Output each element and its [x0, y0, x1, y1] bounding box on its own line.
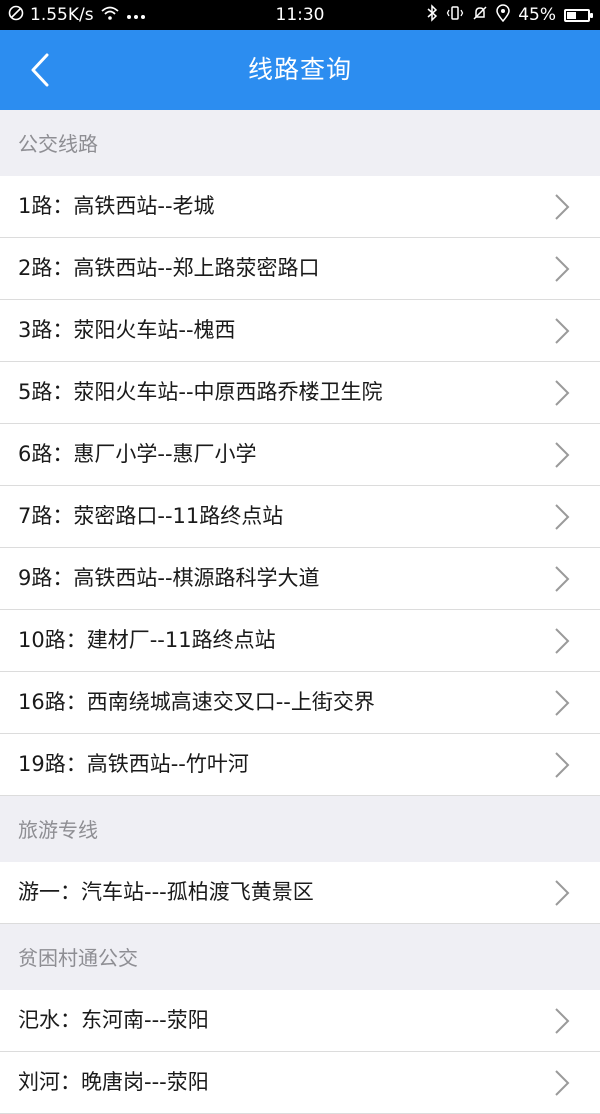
- vibrate-icon: [446, 5, 464, 26]
- chevron-right-icon: [555, 566, 570, 592]
- chevron-right-icon: [555, 442, 570, 468]
- section-header: 贫困村通公交: [0, 924, 600, 990]
- chevron-right-icon: [555, 504, 570, 530]
- route-list: 公交线路 1路：高铁西站--老城 2路：高铁西站--郑上路荥密路口 3路：荥阳火车站-…: [0, 110, 600, 1114]
- route-label: 刘河：晚唐岗---荥阳: [18, 1070, 209, 1094]
- chevron-right-icon: [555, 880, 570, 906]
- section-header: 公交线路: [0, 110, 600, 176]
- chevron-right-icon: [555, 690, 570, 716]
- nav-bar: 线路查询: [0, 30, 600, 110]
- route-label: 9路：高铁西站--棋源路科学大道: [18, 566, 320, 590]
- chevron-right-icon: [555, 194, 570, 220]
- battery-percent: 45%: [518, 5, 556, 25]
- route-row[interactable]: 16路：西南绕城高速交叉口--上街交界: [0, 672, 600, 734]
- route-row[interactable]: 5路：荥阳火车站--中原西路乔楼卫生院: [0, 362, 600, 424]
- route-label: 19路：高铁西站--竹叶河: [18, 752, 249, 776]
- route-row[interactable]: 9路：高铁西站--棋源路科学大道: [0, 548, 600, 610]
- route-row[interactable]: 3路：荥阳火车站--槐西: [0, 300, 600, 362]
- route-label: 16路：西南绕城高速交叉口--上街交界: [18, 690, 375, 714]
- route-row[interactable]: 10路：建材厂--11路终点站: [0, 610, 600, 672]
- route-row[interactable]: 刘河：晚唐岗---荥阳: [0, 1052, 600, 1114]
- bluetooth-icon: [426, 3, 438, 27]
- route-row[interactable]: 游一：汽车站---孤柏渡飞黄景区: [0, 862, 600, 924]
- route-row[interactable]: 7路：荥密路口--11路终点站: [0, 486, 600, 548]
- status-right: 45%: [426, 0, 593, 30]
- route-label: 6路：惠厂小学--惠厂小学: [18, 442, 257, 466]
- status-bar: 1.55K/s 11:30 45%: [0, 0, 600, 30]
- route-row[interactable]: 1路：高铁西站--老城: [0, 176, 600, 238]
- battery-icon: [564, 8, 593, 22]
- route-label: 2路：高铁西站--郑上路荥密路口: [18, 256, 320, 280]
- location-icon: [496, 3, 510, 27]
- route-label: 汜水：东河南---荥阳: [18, 1008, 209, 1032]
- page-title: 线路查询: [247, 55, 352, 84]
- route-label: 1路：高铁西站--老城: [18, 194, 215, 218]
- route-label: 10路：建材厂--11路终点站: [18, 628, 276, 652]
- chevron-right-icon: [555, 380, 570, 406]
- route-label: 3路：荥阳火车站--槐西: [18, 318, 236, 342]
- route-row[interactable]: 19路：高铁西站--竹叶河: [0, 734, 600, 796]
- chevron-right-icon: [555, 318, 570, 344]
- route-row[interactable]: 6路：惠厂小学--惠厂小学: [0, 424, 600, 486]
- chevron-right-icon: [555, 256, 570, 282]
- route-label: 7路：荥密路口--11路终点站: [18, 504, 284, 528]
- chevron-right-icon: [555, 1070, 570, 1096]
- route-label: 游一：汽车站---孤柏渡飞黄景区: [18, 880, 314, 904]
- chevron-right-icon: [555, 752, 570, 778]
- route-label: 5路：荥阳火车站--中原西路乔楼卫生院: [18, 380, 383, 404]
- chevron-right-icon: [555, 628, 570, 654]
- route-row[interactable]: 汜水：东河南---荥阳: [0, 990, 600, 1052]
- section-header: 旅游专线: [0, 796, 600, 862]
- chevron-right-icon: [555, 1008, 570, 1034]
- route-row[interactable]: 2路：高铁西站--郑上路荥密路口: [0, 238, 600, 300]
- mute-bell-icon: [472, 5, 488, 26]
- battery-level: [567, 11, 576, 19]
